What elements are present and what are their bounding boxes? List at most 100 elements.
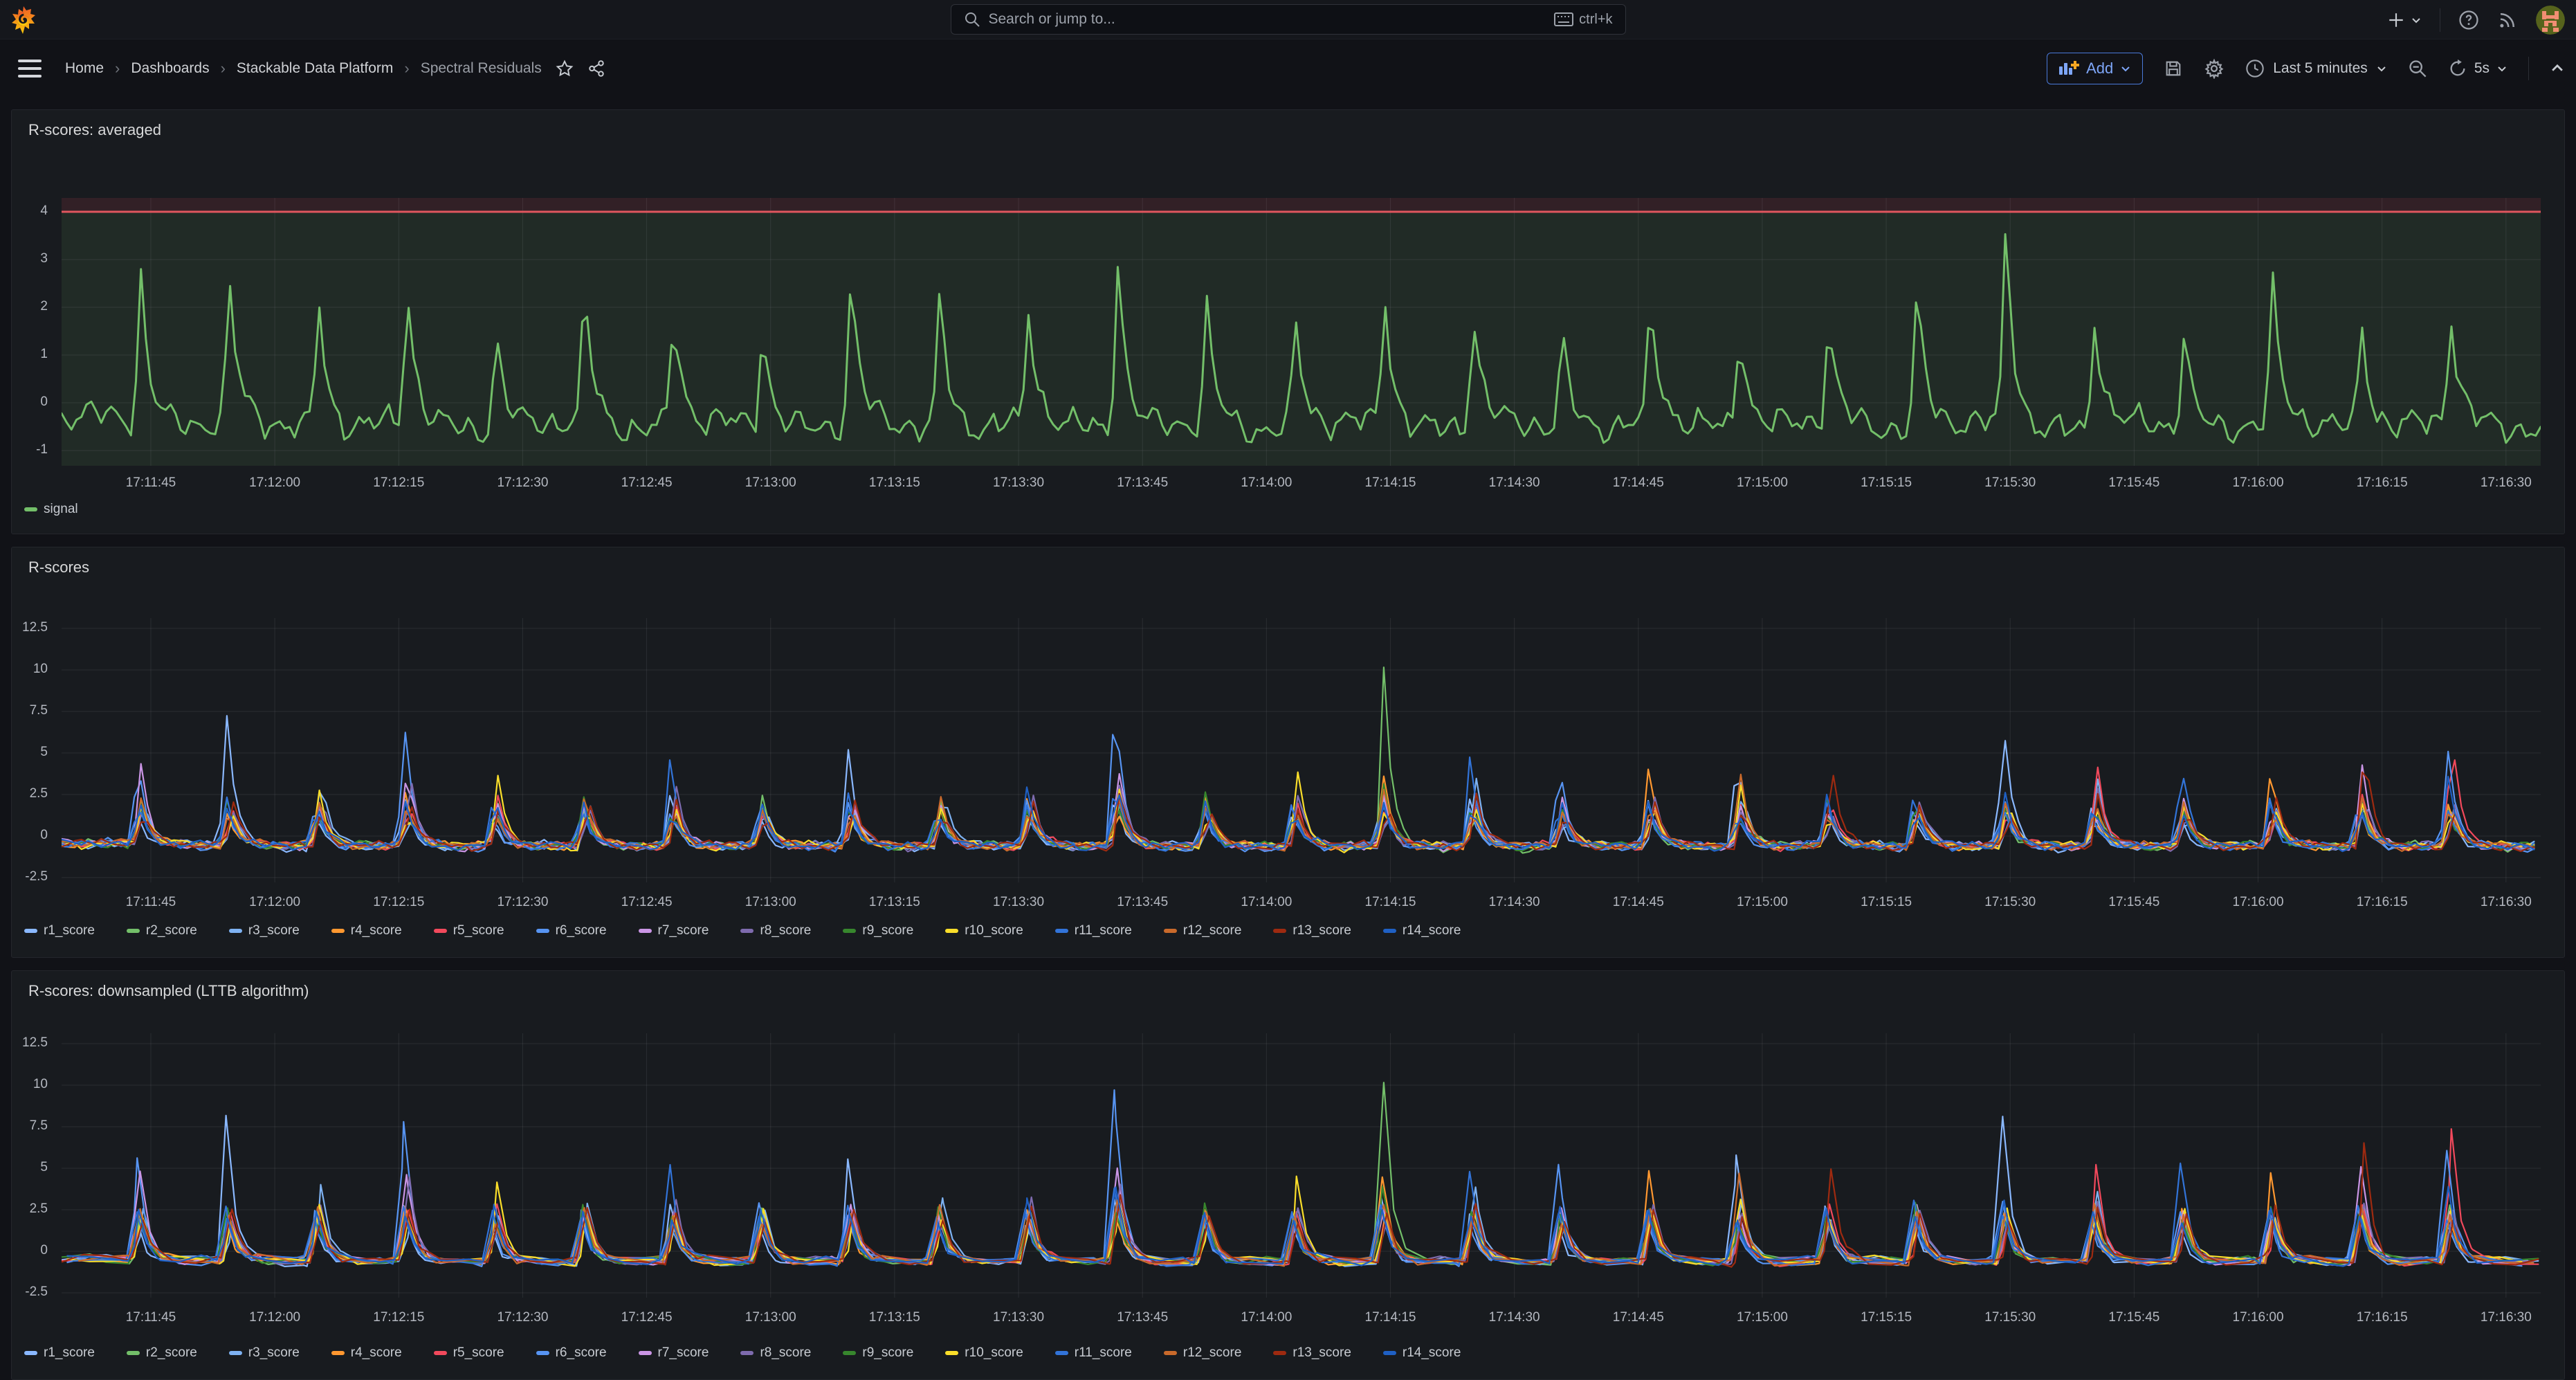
breadcrumb-folder[interactable]: Stackable Data Platform bbox=[237, 60, 393, 77]
legend-item-r4_score[interactable]: r4_score bbox=[331, 923, 402, 938]
legend-item-r2_score[interactable]: r2_score bbox=[127, 1345, 197, 1361]
legend-item-r2_score[interactable]: r2_score bbox=[127, 923, 197, 938]
x-axis-label: 17:16:15 bbox=[2334, 895, 2431, 910]
legend-item-r7_score[interactable]: r7_score bbox=[639, 1345, 709, 1361]
user-avatar[interactable] bbox=[2536, 6, 2565, 35]
legend-item-r4_score[interactable]: r4_score bbox=[331, 1345, 402, 1361]
legend-item-r12_score[interactable]: r12_score bbox=[1164, 923, 1242, 938]
legend-label: r8_score bbox=[760, 1345, 811, 1361]
legend-item-r10_score[interactable]: r10_score bbox=[945, 1345, 1023, 1361]
panel-title[interactable]: R-scores bbox=[28, 559, 89, 576]
caret-up-icon[interactable] bbox=[2550, 61, 2565, 76]
x-axis-label: 17:15:15 bbox=[1838, 1310, 1935, 1325]
grafana-logo[interactable] bbox=[10, 6, 37, 35]
x-axis-label: 17:12:15 bbox=[350, 1310, 447, 1325]
star-icon[interactable] bbox=[556, 60, 574, 78]
legend-label: signal bbox=[44, 502, 78, 517]
legend-swatch bbox=[229, 1351, 242, 1355]
legend-swatch bbox=[945, 1351, 958, 1355]
legend-swatch bbox=[127, 1351, 140, 1355]
x-axis-label: 17:15:45 bbox=[2085, 475, 2182, 491]
legend-swatch bbox=[127, 929, 140, 933]
clock-icon bbox=[2245, 59, 2265, 78]
legend-item-r8_score[interactable]: r8_score bbox=[740, 1345, 811, 1361]
legend-swatch bbox=[843, 929, 856, 933]
x-axis-label: 17:12:00 bbox=[226, 1310, 323, 1325]
news-icon[interactable] bbox=[2497, 10, 2518, 30]
x-axis-label: 17:12:45 bbox=[599, 475, 695, 491]
y-axis-label: 10 bbox=[12, 662, 55, 677]
panel-rscores: R-scores 12.5107.552.50-2.517:11:4517:12… bbox=[11, 547, 2565, 958]
legend-item-r9_score[interactable]: r9_score bbox=[843, 1345, 913, 1361]
legend-item-r3_score[interactable]: r3_score bbox=[229, 1345, 300, 1361]
x-axis-label: 17:14:30 bbox=[1466, 1310, 1563, 1325]
time-range-picker[interactable]: Last 5 minutes bbox=[2245, 59, 2387, 78]
legend-item-r6_score[interactable]: r6_score bbox=[536, 923, 607, 938]
legend-item-r10_score[interactable]: r10_score bbox=[945, 923, 1023, 938]
legend-swatch bbox=[639, 1351, 652, 1355]
legend-item-r7_score[interactable]: r7_score bbox=[639, 923, 709, 938]
legend-item-r9_score[interactable]: r9_score bbox=[843, 923, 913, 938]
legend-item-r5_score[interactable]: r5_score bbox=[434, 923, 504, 938]
y-axis-label: -2.5 bbox=[12, 869, 55, 884]
legend-item-r13_score[interactable]: r13_score bbox=[1273, 1345, 1351, 1361]
refresh-picker[interactable]: 5s bbox=[2448, 59, 2508, 78]
x-axis-label: 17:15:00 bbox=[1714, 895, 1811, 910]
search-input[interactable]: Search or jump to... ctrl+k bbox=[951, 4, 1626, 35]
legend-label: r9_score bbox=[862, 923, 913, 938]
share-icon[interactable] bbox=[587, 60, 605, 78]
x-axis-label: 17:12:00 bbox=[226, 475, 323, 491]
legend-item-r1_score[interactable]: r1_score bbox=[24, 1345, 95, 1361]
legend-item-r6_score[interactable]: r6_score bbox=[536, 1345, 607, 1361]
legend-item-r13_score[interactable]: r13_score bbox=[1273, 923, 1351, 938]
legend: r1_score r2_score r3_score r4_score r5_score… bbox=[24, 1345, 1461, 1361]
legend-label: r12_score bbox=[1183, 923, 1242, 938]
legend-item-r14_score[interactable]: r14_score bbox=[1383, 1345, 1461, 1361]
x-axis-label: 17:15:45 bbox=[2085, 895, 2182, 910]
panel-title[interactable]: R-scores: downsampled (LTTB algorithm) bbox=[28, 982, 309, 1000]
legend-label: r4_score bbox=[351, 1345, 402, 1361]
menu-toggle-icon[interactable] bbox=[18, 60, 42, 78]
dashboard-settings-icon[interactable] bbox=[2204, 58, 2225, 79]
time-series-plot[interactable] bbox=[62, 1033, 2541, 1298]
legend-item-signal[interactable]: signal bbox=[24, 502, 78, 517]
legend-item-r5_score[interactable]: r5_score bbox=[434, 1345, 504, 1361]
y-axis-label: 7.5 bbox=[12, 1118, 55, 1134]
legend-item-r11_score[interactable]: r11_score bbox=[1055, 923, 1132, 938]
time-series-plot[interactable] bbox=[62, 618, 2541, 882]
y-axis-label: 4 bbox=[12, 203, 55, 219]
legend-swatch bbox=[24, 929, 37, 933]
y-axis-label: 2 bbox=[12, 299, 55, 314]
legend-swatch bbox=[1273, 1351, 1286, 1355]
legend-label: r5_score bbox=[453, 923, 504, 938]
chevron-down-icon bbox=[2411, 15, 2422, 26]
legend-swatch bbox=[740, 1351, 753, 1355]
legend-item-r3_score[interactable]: r3_score bbox=[229, 923, 300, 938]
legend-item-r8_score[interactable]: r8_score bbox=[740, 923, 811, 938]
legend-swatch bbox=[1383, 929, 1396, 933]
add-panel-button[interactable]: Add bbox=[2047, 53, 2143, 84]
y-axis-label: 1 bbox=[12, 347, 55, 362]
x-axis-label: 17:14:45 bbox=[1590, 1310, 1687, 1325]
legend-item-r1_score[interactable]: r1_score bbox=[24, 923, 95, 938]
legend-label: r6_score bbox=[556, 1345, 607, 1361]
breadcrumb-home[interactable]: Home bbox=[65, 60, 104, 77]
add-new-button[interactable] bbox=[2387, 11, 2422, 29]
zoom-out-time-icon[interactable] bbox=[2408, 59, 2427, 78]
series-line-r13_score bbox=[62, 1143, 2538, 1267]
panel-rscores-downsampled: R-scores: downsampled (LTTB algorithm) 1… bbox=[11, 970, 2565, 1380]
y-axis-label: 12.5 bbox=[12, 1035, 55, 1051]
breadcrumb-dashboards[interactable]: Dashboards bbox=[131, 60, 209, 77]
top-navigation-bar: Search or jump to... ctrl+k bbox=[0, 0, 2576, 39]
panel-title[interactable]: R-scores: averaged bbox=[28, 121, 161, 139]
series-line-r13_score bbox=[62, 772, 2534, 851]
x-axis-label: 17:12:45 bbox=[599, 1310, 695, 1325]
help-icon[interactable] bbox=[2458, 10, 2479, 30]
legend-item-r14_score[interactable]: r14_score bbox=[1383, 923, 1461, 938]
time-series-plot[interactable] bbox=[62, 198, 2541, 466]
y-axis-label: -2.5 bbox=[12, 1284, 55, 1300]
x-axis-label: 17:11:45 bbox=[102, 895, 199, 910]
legend-item-r11_score[interactable]: r11_score bbox=[1055, 1345, 1132, 1361]
legend-item-r12_score[interactable]: r12_score bbox=[1164, 1345, 1242, 1361]
save-dashboard-icon[interactable] bbox=[2164, 59, 2183, 78]
